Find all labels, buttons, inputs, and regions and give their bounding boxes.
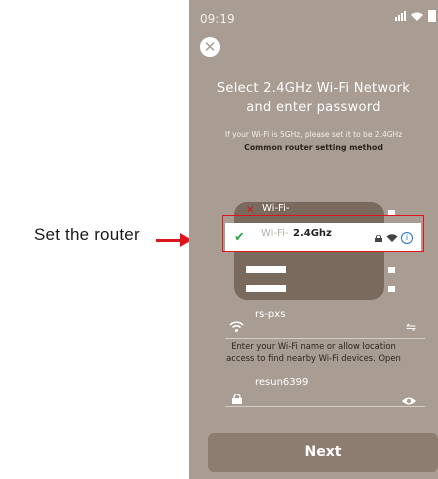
status-time: 09:19: [200, 12, 235, 26]
router-bar: [388, 267, 395, 273]
title-line-1: Select 2.4GHz Wi-Fi Network: [216, 81, 411, 96]
status-icons: [395, 10, 436, 22]
arrow-line: [156, 239, 182, 242]
router-bar: [246, 266, 286, 273]
router-setting-link[interactable]: Common router setting method: [189, 143, 438, 152]
band-hint: If your Wi-Fi is 5GHz, please set it to …: [224, 130, 403, 139]
title-line-2: and enter password: [246, 100, 381, 115]
close-button[interactable]: ✕: [200, 37, 220, 57]
battery-icon: [428, 10, 436, 22]
highlight-frame: [222, 215, 424, 252]
signal-icon: [395, 11, 406, 21]
wifi-status-icon: [410, 11, 424, 22]
router-top-label: Wi-Fi-: [262, 203, 290, 214]
page-title: Select 2.4GHz Wi-Fi Network and enter pa…: [189, 79, 438, 117]
router-bar: [246, 285, 286, 292]
side-caption: Set the router: [34, 225, 140, 244]
next-button[interactable]: Next: [208, 433, 438, 472]
router-bar: [388, 286, 395, 292]
